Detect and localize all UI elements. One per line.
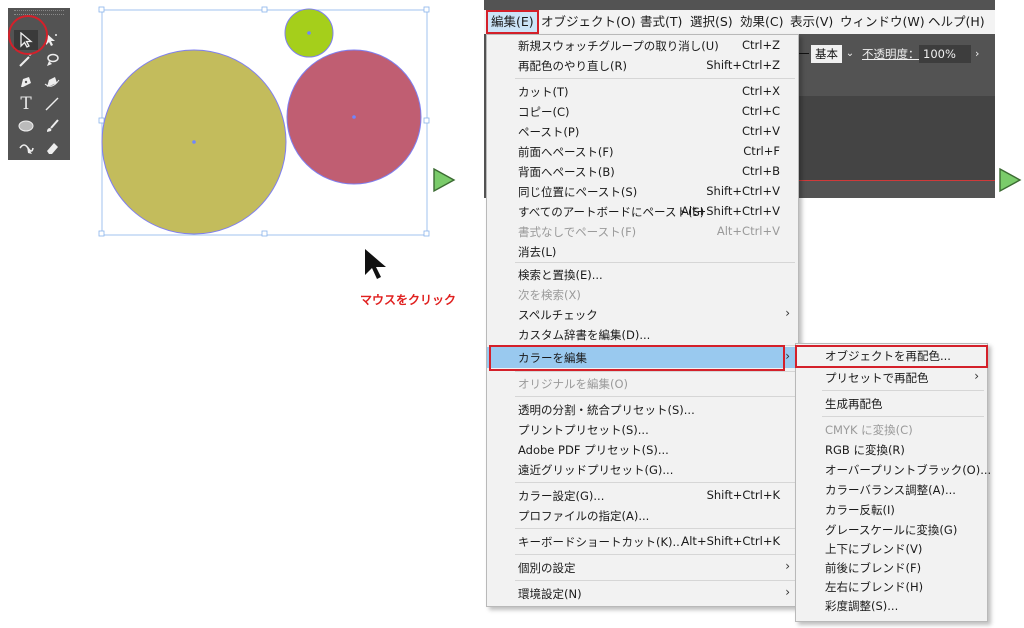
menu-item-copy[interactable]: コピー(C) Ctrl+C bbox=[487, 102, 798, 122]
menu-item-color-settings[interactable]: カラー設定(G)... Shift+Ctrl+K bbox=[487, 486, 798, 506]
recolor-artwork-highlight-box bbox=[795, 345, 988, 368]
menu-separator bbox=[515, 554, 795, 555]
menu-object[interactable]: オブジェクト(O) bbox=[541, 10, 636, 34]
chevron-right-icon: › bbox=[785, 559, 790, 573]
click-instruction-label: マウスをクリック bbox=[360, 293, 457, 307]
chevron-right-icon: › bbox=[785, 585, 790, 599]
menu-item-undo[interactable]: 新規スウォッチグループの取り消し(U) Ctrl+Z bbox=[487, 36, 798, 56]
panel-grip[interactable] bbox=[14, 10, 64, 15]
menu-item-pdf-presets[interactable]: Adobe PDF プリセット(S)... bbox=[487, 440, 798, 460]
guide-line bbox=[797, 180, 995, 181]
menu-edit[interactable]: 編集(E) bbox=[486, 10, 539, 34]
submenu-item-overprint-black[interactable]: オーバープリントブラック(O)... bbox=[796, 460, 991, 479]
submenu-item-blend-horizontally[interactable]: 左右にブレンド(H) bbox=[796, 577, 987, 596]
submenu-item-convert-to-cmyk: CMYK に変換(C) bbox=[825, 423, 913, 437]
menu-separator bbox=[822, 390, 984, 391]
pen-tool-icon[interactable] bbox=[14, 72, 38, 92]
style-dropdown[interactable]: 基本 bbox=[811, 45, 842, 63]
shaper-tool-icon[interactable] bbox=[14, 138, 38, 158]
menu-item-flattener-presets[interactable]: 透明の分割・統合プリセット(S)... bbox=[487, 400, 798, 420]
chevron-right-icon: › bbox=[785, 306, 790, 320]
submenu-item-blend-front-to-back[interactable]: 前後にブレンド(F) bbox=[796, 558, 987, 577]
menu-select[interactable]: 選択(S) bbox=[690, 10, 733, 34]
menu-view[interactable]: 表示(V) bbox=[790, 10, 833, 34]
chevron-down-icon[interactable]: ⌄ bbox=[843, 45, 857, 63]
lasso-tool-icon[interactable] bbox=[40, 50, 64, 70]
menu-item-redo[interactable]: 再配色のやり直し(R) Shift+Ctrl+Z bbox=[487, 56, 798, 76]
menu-item-paste-without-formatting: 書式なしでペースト(F) Alt+Ctrl+V bbox=[518, 224, 780, 239]
document-area bbox=[797, 96, 995, 180]
menu-separator bbox=[822, 416, 984, 417]
menu-item-clear[interactable]: 消去(L) bbox=[487, 242, 798, 262]
eraser-tool-icon[interactable] bbox=[40, 138, 64, 158]
menu-item-spell-check[interactable]: スペルチェック › bbox=[487, 305, 798, 325]
style-label: 基本 bbox=[815, 47, 838, 61]
chevron-right-icon: › bbox=[785, 349, 790, 363]
control-bar: 基本 ⌄ 不透明度： 100% › bbox=[797, 42, 995, 66]
chevron-right-icon: › bbox=[974, 369, 979, 383]
menu-item-paste-in-front[interactable]: 前面へペースト(F) Ctrl+F bbox=[487, 142, 798, 162]
mouse-cursor-icon bbox=[365, 249, 386, 279]
menu-item-paste-in-place[interactable]: 同じ位置にペースト(S) Shift+Ctrl+V bbox=[487, 182, 798, 202]
menu-item-edit-original: オリジナルを編集(O) bbox=[518, 377, 629, 391]
menu-effect[interactable]: 効果(C) bbox=[740, 10, 783, 34]
paintbrush-tool-icon[interactable] bbox=[40, 116, 64, 136]
menu-item-preferences[interactable]: 環境設定(N) › bbox=[487, 584, 798, 604]
menu-item-paste-in-back[interactable]: 背面へペースト(B) Ctrl+B bbox=[487, 162, 798, 182]
menu-item-find-replace[interactable]: 検索と置換(E)... bbox=[487, 265, 798, 285]
submenu-item-blend-vertically[interactable]: 上下にブレンド(V) bbox=[796, 539, 987, 558]
type-tool-icon[interactable]: T bbox=[14, 94, 38, 114]
next-step-arrow-icon bbox=[433, 167, 456, 193]
curvature-tool-icon[interactable] bbox=[40, 72, 64, 92]
menu-item-perspective-grid-presets[interactable]: 遠近グリッドプリセット(G)... bbox=[487, 460, 798, 480]
next-step-arrow-icon bbox=[999, 167, 1022, 193]
submenu-item-convert-to-rgb[interactable]: RGB に変換(R) bbox=[796, 440, 987, 459]
menu-separator bbox=[515, 396, 795, 397]
submenu-item-invert-colors[interactable]: カラー反転(I) bbox=[796, 500, 987, 519]
menu-bar: 編集(E) オブジェクト(O) 書式(T) 選択(S) 効果(C) 表示(V) … bbox=[484, 10, 995, 34]
edit-menu-dropdown: 新規スウォッチグループの取り消し(U) Ctrl+Z 再配色のやり直し(R) Shi… bbox=[486, 34, 799, 607]
submenu-item-generative-recolor[interactable]: 生成再配色 bbox=[796, 394, 987, 413]
submenu-item-adjust-color-balance[interactable]: カラーバランス調整(A)... bbox=[796, 480, 987, 499]
menu-window[interactable]: ウィンドウ(W) bbox=[840, 10, 925, 34]
menu-separator bbox=[515, 482, 795, 483]
menu-item-my-settings[interactable]: 個別の設定 › bbox=[487, 558, 798, 578]
menu-item-paste[interactable]: ペースト(P) Ctrl+V bbox=[487, 122, 798, 142]
menu-separator bbox=[515, 371, 795, 372]
menu-item-edit-custom-dictionary[interactable]: カスタム辞書を編集(D)... bbox=[487, 325, 798, 345]
edit-colors-submenu: オブジェクトを再配色... プリセットで再配色 › 生成再配色 CMYK に変換(… bbox=[795, 343, 991, 622]
selection-tool-highlight-circle bbox=[8, 15, 48, 55]
ellipse-tool-icon[interactable] bbox=[14, 116, 38, 136]
chevron-right-icon[interactable]: › bbox=[975, 45, 987, 63]
edit-colors-highlight-box bbox=[489, 345, 785, 371]
menu-separator bbox=[515, 78, 795, 79]
submenu-item-saturate[interactable]: 彩度調整(S)... bbox=[796, 596, 987, 615]
menu-separator bbox=[515, 528, 795, 529]
menu-item-print-presets[interactable]: プリントプリセット(S)... bbox=[487, 420, 798, 440]
artboard-canvas[interactable] bbox=[96, 0, 436, 245]
menu-type[interactable]: 書式(T) bbox=[640, 10, 682, 34]
menu-item-keyboard-shortcuts[interactable]: キーボードショートカット(K)... Alt+Shift+Ctrl+K bbox=[487, 532, 798, 552]
menu-item-find-next: 次を検索(X) bbox=[518, 288, 581, 302]
menu-separator bbox=[515, 580, 795, 581]
menu-item-cut[interactable]: カット(T) Ctrl+X bbox=[487, 82, 798, 102]
line-tool-icon[interactable] bbox=[40, 94, 64, 114]
opacity-label[interactable]: 不透明度： bbox=[862, 45, 920, 63]
menu-help[interactable]: ヘルプ(H) bbox=[928, 10, 985, 34]
menu-item-assign-profile[interactable]: プロファイルの指定(A)... bbox=[487, 506, 798, 526]
menu-separator bbox=[515, 262, 795, 263]
opacity-value-field[interactable]: 100% bbox=[919, 45, 971, 63]
submenu-item-recolor-with-preset[interactable]: プリセットで再配色 › bbox=[796, 368, 987, 387]
submenu-item-convert-to-grayscale[interactable]: グレースケールに変換(G) bbox=[796, 520, 987, 539]
menu-item-paste-all-artboards[interactable]: すべてのアートボードにペースト(S) Alt+Shift+Ctrl+V bbox=[487, 202, 798, 222]
